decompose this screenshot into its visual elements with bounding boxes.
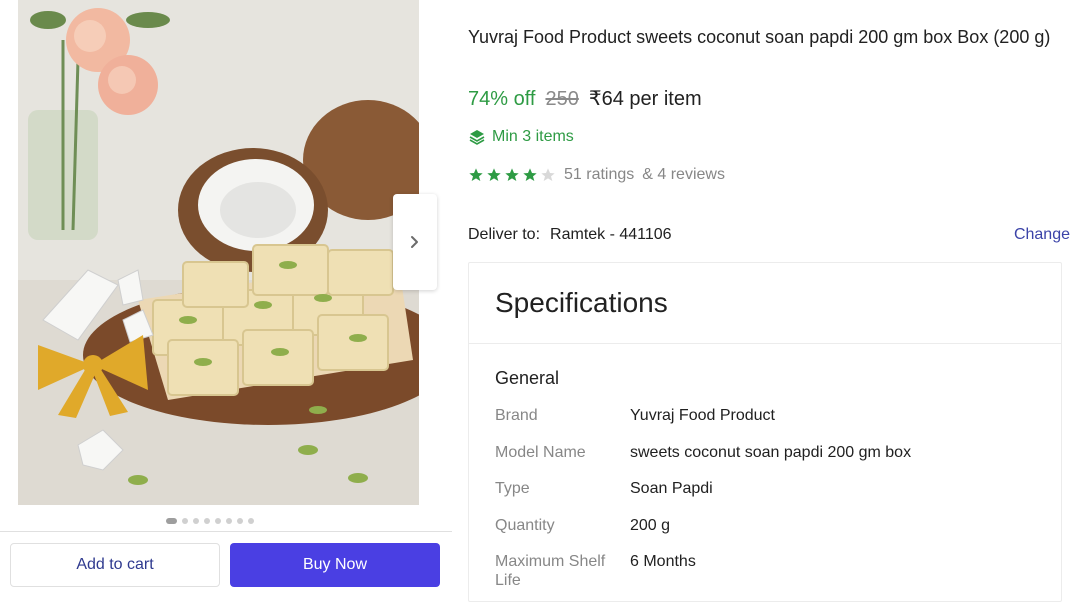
star-icon xyxy=(505,168,519,181)
original-price: 250 xyxy=(545,88,579,110)
selling-price: ₹64 per item xyxy=(588,88,702,110)
min-items-label: Min 3 items xyxy=(492,128,574,145)
spec-key: Model Name xyxy=(495,444,586,461)
rating-row[interactable]: 51 ratings & 4 reviews xyxy=(468,166,725,184)
spec-key: Brand xyxy=(495,407,538,424)
gallery-pagination-dots xyxy=(166,517,254,525)
star-icon xyxy=(523,168,537,181)
spec-row: Type Soan Papdi xyxy=(495,479,713,498)
gallery-dot[interactable] xyxy=(193,518,199,524)
spec-value: 200 g xyxy=(630,517,671,534)
add-to-cart-button[interactable]: Add to cart xyxy=(10,543,220,587)
price-row: 74% off 250 ₹64 per item xyxy=(468,86,702,111)
product-image[interactable] xyxy=(18,0,419,505)
gallery-dot[interactable] xyxy=(182,518,188,524)
spec-value: Yuvraj Food Product xyxy=(630,407,775,424)
action-bar: Add to cart Buy Now xyxy=(0,531,452,595)
spec-section-general: General xyxy=(495,368,560,388)
star-icon xyxy=(541,168,555,181)
deliver-label: Deliver to: xyxy=(468,226,541,243)
discount-percent: 74% off xyxy=(468,88,536,110)
layers-icon xyxy=(469,130,485,145)
specifications-card: Specifications General Brand Yuvraj Food … xyxy=(468,262,1062,602)
chevron-right-icon xyxy=(411,236,418,248)
delivery-row: Deliver to: Ramtek - 441106 Change xyxy=(468,226,1070,244)
spec-key: Quantity xyxy=(495,517,555,534)
min-items-info: Min 3 items xyxy=(468,128,574,146)
gallery-dot[interactable] xyxy=(215,518,221,524)
gallery-dot[interactable] xyxy=(248,518,254,524)
product-title: Yuvraj Food Product sweets coconut soan … xyxy=(468,27,1051,47)
ratings-count: 51 ratings xyxy=(564,166,635,183)
spec-value: 6 Months xyxy=(630,553,696,570)
gallery-dot[interactable] xyxy=(166,518,177,524)
spec-value: sweets coconut soan papdi 200 gm box xyxy=(630,444,912,461)
delivery-location: Ramtek - 441106 xyxy=(550,226,672,243)
change-location-link[interactable]: Change xyxy=(1014,226,1070,244)
spec-key: Type xyxy=(495,480,530,497)
gallery-dot[interactable] xyxy=(204,518,210,524)
spec-row: Quantity 200 g xyxy=(495,516,670,535)
spec-value: Soan Papdi xyxy=(630,480,713,497)
buy-now-button[interactable]: Buy Now xyxy=(230,543,440,587)
star-icon xyxy=(487,168,501,181)
spec-key: Maximum Shelf Life xyxy=(495,553,606,589)
spec-row: Brand Yuvraj Food Product xyxy=(495,406,775,425)
spec-row: Maximum Shelf Life 6 Months xyxy=(495,552,696,590)
specifications-heading: Specifications xyxy=(469,263,1061,344)
product-gallery: Add to cart Buy Now xyxy=(0,0,452,595)
reviews-count: & 4 reviews xyxy=(642,166,725,183)
product-photo-illustration xyxy=(18,0,419,505)
spec-row: Model Name sweets coconut soan papdi 200 … xyxy=(495,443,911,462)
gallery-dot[interactable] xyxy=(237,518,243,524)
next-image-button[interactable] xyxy=(393,194,437,290)
star-icon xyxy=(469,168,483,181)
gallery-dot[interactable] xyxy=(226,518,232,524)
star-rating xyxy=(468,167,556,183)
